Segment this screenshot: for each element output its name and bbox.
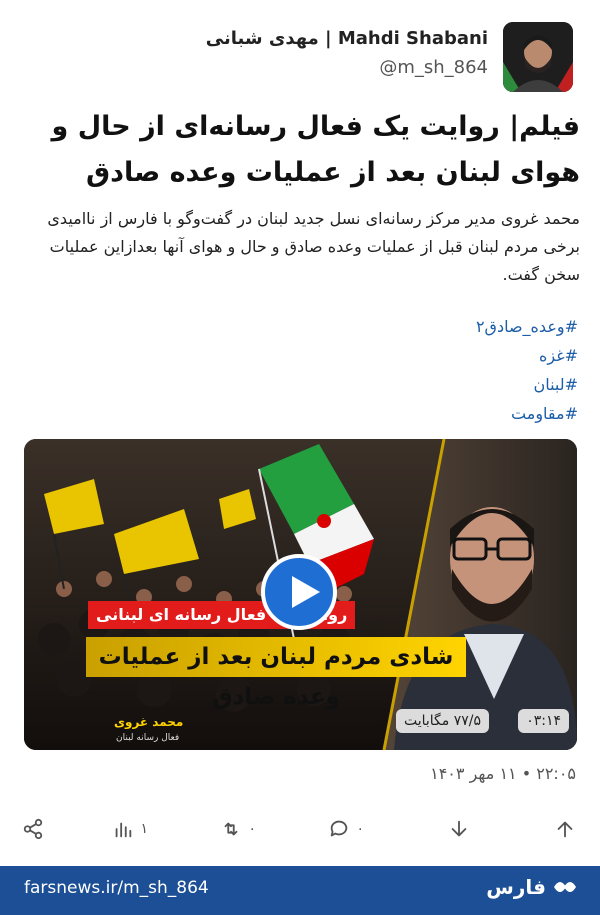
video-person-name: محمد غروی <box>114 715 184 729</box>
video-banner: شادی مردم لبنان بعد از عملیات وعده صادق <box>86 637 466 710</box>
fars-logo-icon <box>554 882 576 892</box>
video-person-role: فعال رسانه لبنان <box>116 733 180 743</box>
avatar-image <box>503 22 573 92</box>
share-button[interactable] <box>22 812 44 846</box>
hashtag-list: #وعده_صادق۲ #غزه #لبنان #مقاومت <box>476 312 578 428</box>
reply-count: ۰ <box>356 821 364 837</box>
share-icon <box>23 818 43 840</box>
reply-button[interactable]: ۰ <box>328 812 364 846</box>
downvote-button[interactable] <box>448 812 470 846</box>
retweet-count: ۰ <box>248 821 256 837</box>
hashtag-link[interactable]: #غزه <box>476 341 578 370</box>
video-size-badge: ۷۷/۵ مگابایت <box>395 709 489 733</box>
comment-icon <box>331 820 348 837</box>
retweet-icon <box>225 822 238 836</box>
footer-url[interactable]: farsnews.ir/m_sh_864 <box>24 878 209 898</box>
fars-logo[interactable]: فارس <box>486 875 578 899</box>
avatar[interactable] <box>503 22 573 92</box>
author-handle[interactable]: @m_sh_864 <box>206 57 488 78</box>
play-icon <box>292 576 320 608</box>
arrow-down-icon <box>451 820 467 837</box>
author-name[interactable]: مهدی شبانی | Mahdi Shabani <box>206 28 488 49</box>
video-thumbnail[interactable]: روایت یک فعال رسانه ای لبنانی شادی مردم … <box>24 439 577 750</box>
post-timestamp: ۲۲:۰۵ • ۱۱ مهر ۱۴۰۳ <box>430 764 576 783</box>
author-names: مهدی شبانی | Mahdi Shabani @m_sh_864 <box>206 28 488 78</box>
hashtag-link[interactable]: #لبنان <box>476 370 578 399</box>
hashtag-link[interactable]: #وعده_صادق۲ <box>476 312 578 341</box>
footer-bar: farsnews.ir/m_sh_864 فارس <box>0 866 600 915</box>
video-duration-badge: ۰۳:۱۴ <box>518 709 569 733</box>
hashtag-link[interactable]: #مقاومت <box>476 399 578 428</box>
upvote-button[interactable] <box>554 812 576 846</box>
bar-chart-icon <box>116 822 132 838</box>
action-bar: ۰ ۰ ۱ <box>0 812 600 846</box>
post-title: فیلم| روایت یک فعال رسانه‌ای از حال و هو… <box>51 111 580 188</box>
retweet-button[interactable]: ۰ <box>220 812 256 846</box>
fars-brand-text: فارس <box>486 875 546 899</box>
post-header: مهدی شبانی | Mahdi Shabani @m_sh_864 <box>0 22 600 94</box>
post-body: محمد غروی مدیر مرکز رسانه‌ای نسل جدید لب… <box>47 209 580 284</box>
views-button[interactable]: ۱ <box>112 812 148 846</box>
arrow-up-icon <box>557 821 573 838</box>
play-button[interactable] <box>261 554 337 630</box>
views-count: ۱ <box>140 821 148 837</box>
